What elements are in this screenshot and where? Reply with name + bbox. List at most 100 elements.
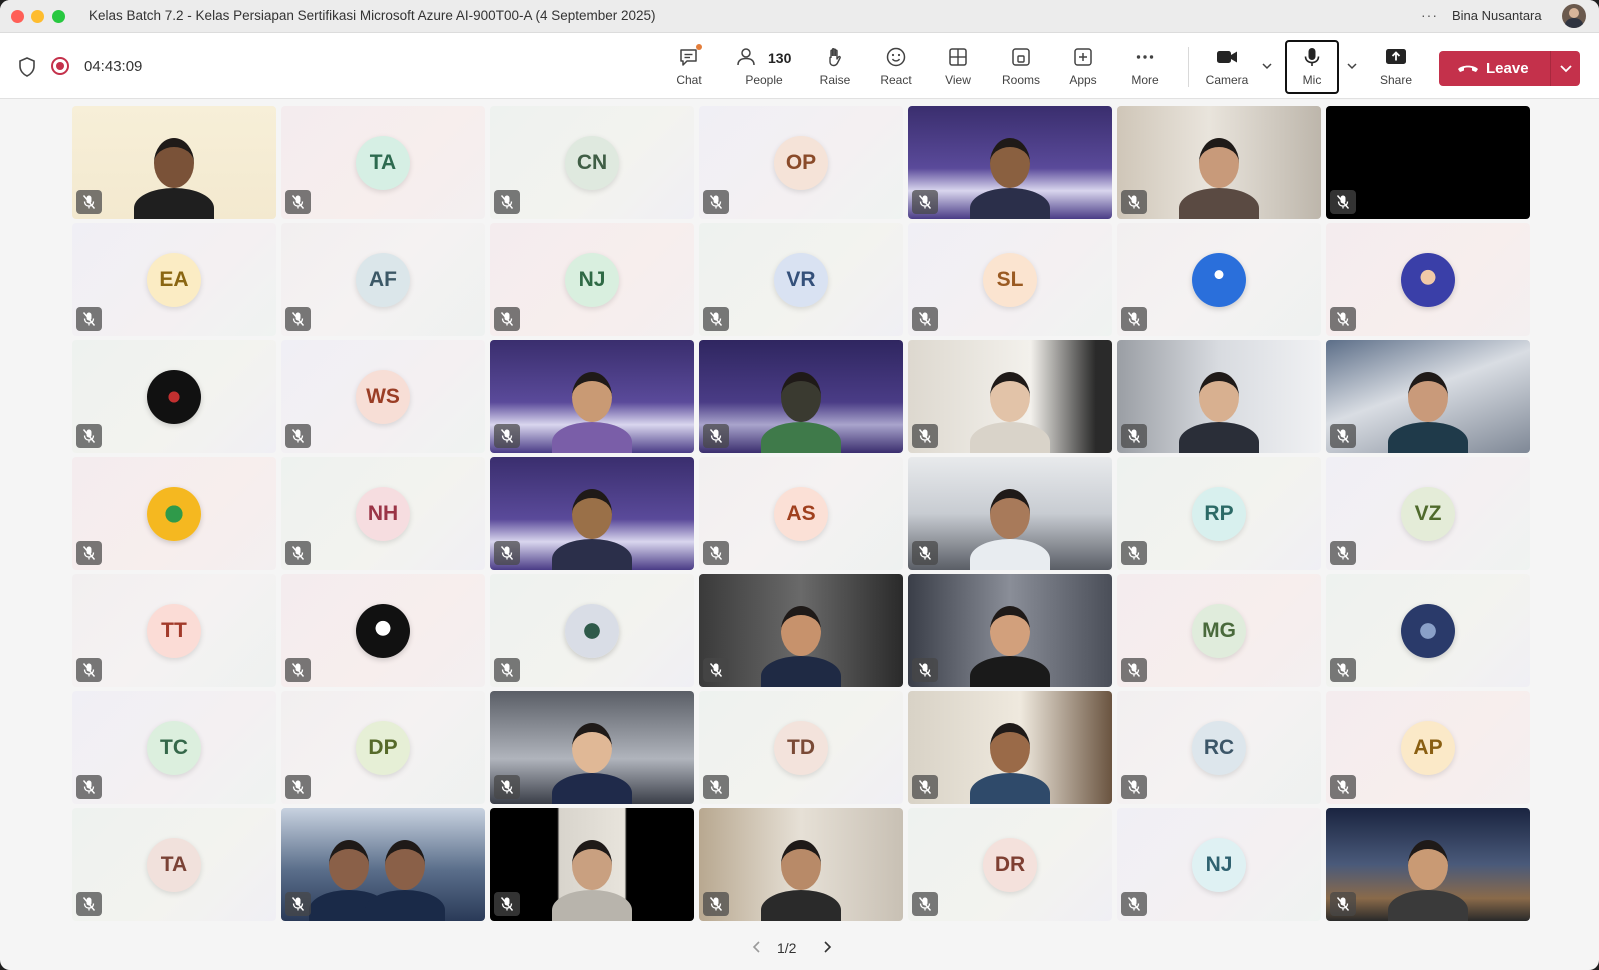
participant-tile[interactable]: TA: [281, 106, 485, 219]
participant-tile[interactable]: [1326, 223, 1530, 336]
participant-video-feed: [908, 106, 1112, 219]
camera-options-chevron-down-icon[interactable]: [1260, 59, 1274, 73]
participant-tile[interactable]: VR: [699, 223, 903, 336]
muted-mic-icon: [703, 892, 729, 916]
participant-tile[interactable]: [72, 340, 276, 453]
participant-tile[interactable]: [1117, 223, 1321, 336]
account-name[interactable]: Bina Nusantara: [1452, 8, 1542, 23]
chat-button[interactable]: Chat: [659, 43, 719, 95]
hang-up-icon: [1458, 65, 1478, 72]
person-head: [1408, 840, 1448, 890]
react-button[interactable]: React: [866, 43, 926, 95]
person-shoulders: [552, 539, 632, 570]
leave-options-chevron-down-icon[interactable]: [1558, 62, 1574, 76]
participant-tile[interactable]: [908, 106, 1112, 219]
shield-icon[interactable]: [18, 57, 36, 77]
participant-tile[interactable]: [281, 574, 485, 687]
camera-button[interactable]: Camera: [1196, 43, 1258, 95]
more-button[interactable]: More: [1115, 43, 1175, 95]
participant-tile[interactable]: [699, 808, 903, 921]
participant-tile[interactable]: [908, 691, 1112, 804]
meeting-timer: 04:43:09: [84, 58, 143, 75]
participant-tile[interactable]: [490, 457, 694, 570]
person-shoulders: [552, 890, 632, 921]
participant-video-feed: [1117, 340, 1321, 453]
participant-tile[interactable]: TA: [72, 808, 276, 921]
muted-mic-icon: [912, 658, 938, 682]
leave-button[interactable]: Leave: [1439, 51, 1550, 86]
share-button[interactable]: Share: [1366, 43, 1426, 95]
title-bar: Kelas Batch 7.2 - Kelas Persiapan Sertif…: [0, 0, 1599, 33]
next-page-icon[interactable]: [820, 939, 834, 955]
participant-tile[interactable]: MG: [1117, 574, 1321, 687]
minimize-window-button[interactable]: [31, 10, 44, 23]
mic-options-chevron-down-icon[interactable]: [1345, 59, 1359, 73]
view-button[interactable]: View: [928, 43, 988, 95]
muted-mic-icon: [494, 190, 520, 214]
people-button[interactable]: 130 People: [729, 43, 799, 95]
participant-tile[interactable]: RC: [1117, 691, 1321, 804]
participant-tile[interactable]: RP: [1117, 457, 1321, 570]
participant-tile[interactable]: TC: [72, 691, 276, 804]
participant-tile[interactable]: [72, 106, 276, 219]
participant-tile[interactable]: [490, 574, 694, 687]
muted-mic-icon: [76, 658, 102, 682]
person-shoulders: [761, 890, 841, 921]
participant-tile[interactable]: AF: [281, 223, 485, 336]
rooms-button[interactable]: Rooms: [991, 43, 1051, 95]
participant-tile[interactable]: [72, 457, 276, 570]
participant-video-feed: [699, 808, 903, 921]
person-shoulders: [552, 773, 632, 804]
participant-initials-avatar: TA: [147, 837, 201, 892]
muted-mic-icon: [494, 892, 520, 916]
muted-mic-icon: [494, 541, 520, 565]
participant-video-feed: [1326, 340, 1530, 453]
participant-tile[interactable]: TT: [72, 574, 276, 687]
participant-tile[interactable]: [908, 340, 1112, 453]
meeting-window: Kelas Batch 7.2 - Kelas Persiapan Sertif…: [0, 0, 1599, 970]
participant-tile[interactable]: DP: [281, 691, 485, 804]
participant-tile[interactable]: [1326, 106, 1530, 219]
participant-initials-avatar: AP: [1401, 720, 1455, 775]
raise-hand-button[interactable]: Raise: [805, 43, 865, 95]
participant-tile[interactable]: [1117, 106, 1321, 219]
participant-tile[interactable]: [490, 691, 694, 804]
account-avatar[interactable]: [1562, 4, 1586, 28]
participant-tile[interactable]: WS: [281, 340, 485, 453]
participant-tile[interactable]: AS: [699, 457, 903, 570]
participant-tile[interactable]: NJ: [490, 223, 694, 336]
participant-tile[interactable]: [908, 574, 1112, 687]
participant-tile[interactable]: EA: [72, 223, 276, 336]
participant-tile[interactable]: [1117, 340, 1321, 453]
participant-tile[interactable]: AP: [1326, 691, 1530, 804]
participant-tile[interactable]: NH: [281, 457, 485, 570]
participant-tile[interactable]: [490, 808, 694, 921]
participant-tile[interactable]: [281, 808, 485, 921]
participant-video-feed: [490, 808, 694, 921]
participant-tile[interactable]: [908, 457, 1112, 570]
participant-tile[interactable]: CN: [490, 106, 694, 219]
raise-hand-icon: [829, 48, 841, 67]
participant-tile[interactable]: [699, 574, 903, 687]
maximize-window-button[interactable]: [52, 10, 65, 23]
muted-mic-icon: [703, 541, 729, 565]
muted-mic-icon: [285, 190, 311, 214]
participant-tile[interactable]: [1326, 808, 1530, 921]
recording-icon: [51, 57, 69, 75]
participant-tile[interactable]: [490, 340, 694, 453]
participant-tile[interactable]: OP: [699, 106, 903, 219]
close-window-button[interactable]: [11, 10, 24, 23]
participant-tile[interactable]: NJ: [1117, 808, 1321, 921]
participant-tile[interactable]: SL: [908, 223, 1112, 336]
person-head: [990, 723, 1030, 773]
muted-mic-icon: [1121, 424, 1147, 448]
previous-page-icon[interactable]: [750, 939, 764, 955]
title-more-icon[interactable]: ···: [1421, 7, 1438, 23]
participant-tile[interactable]: [699, 340, 903, 453]
participant-tile[interactable]: VZ: [1326, 457, 1530, 570]
participant-tile[interactable]: [1326, 574, 1530, 687]
apps-button[interactable]: Apps: [1053, 43, 1113, 95]
participant-tile[interactable]: TD: [699, 691, 903, 804]
participant-tile[interactable]: DR: [908, 808, 1112, 921]
participant-tile[interactable]: [1326, 340, 1530, 453]
